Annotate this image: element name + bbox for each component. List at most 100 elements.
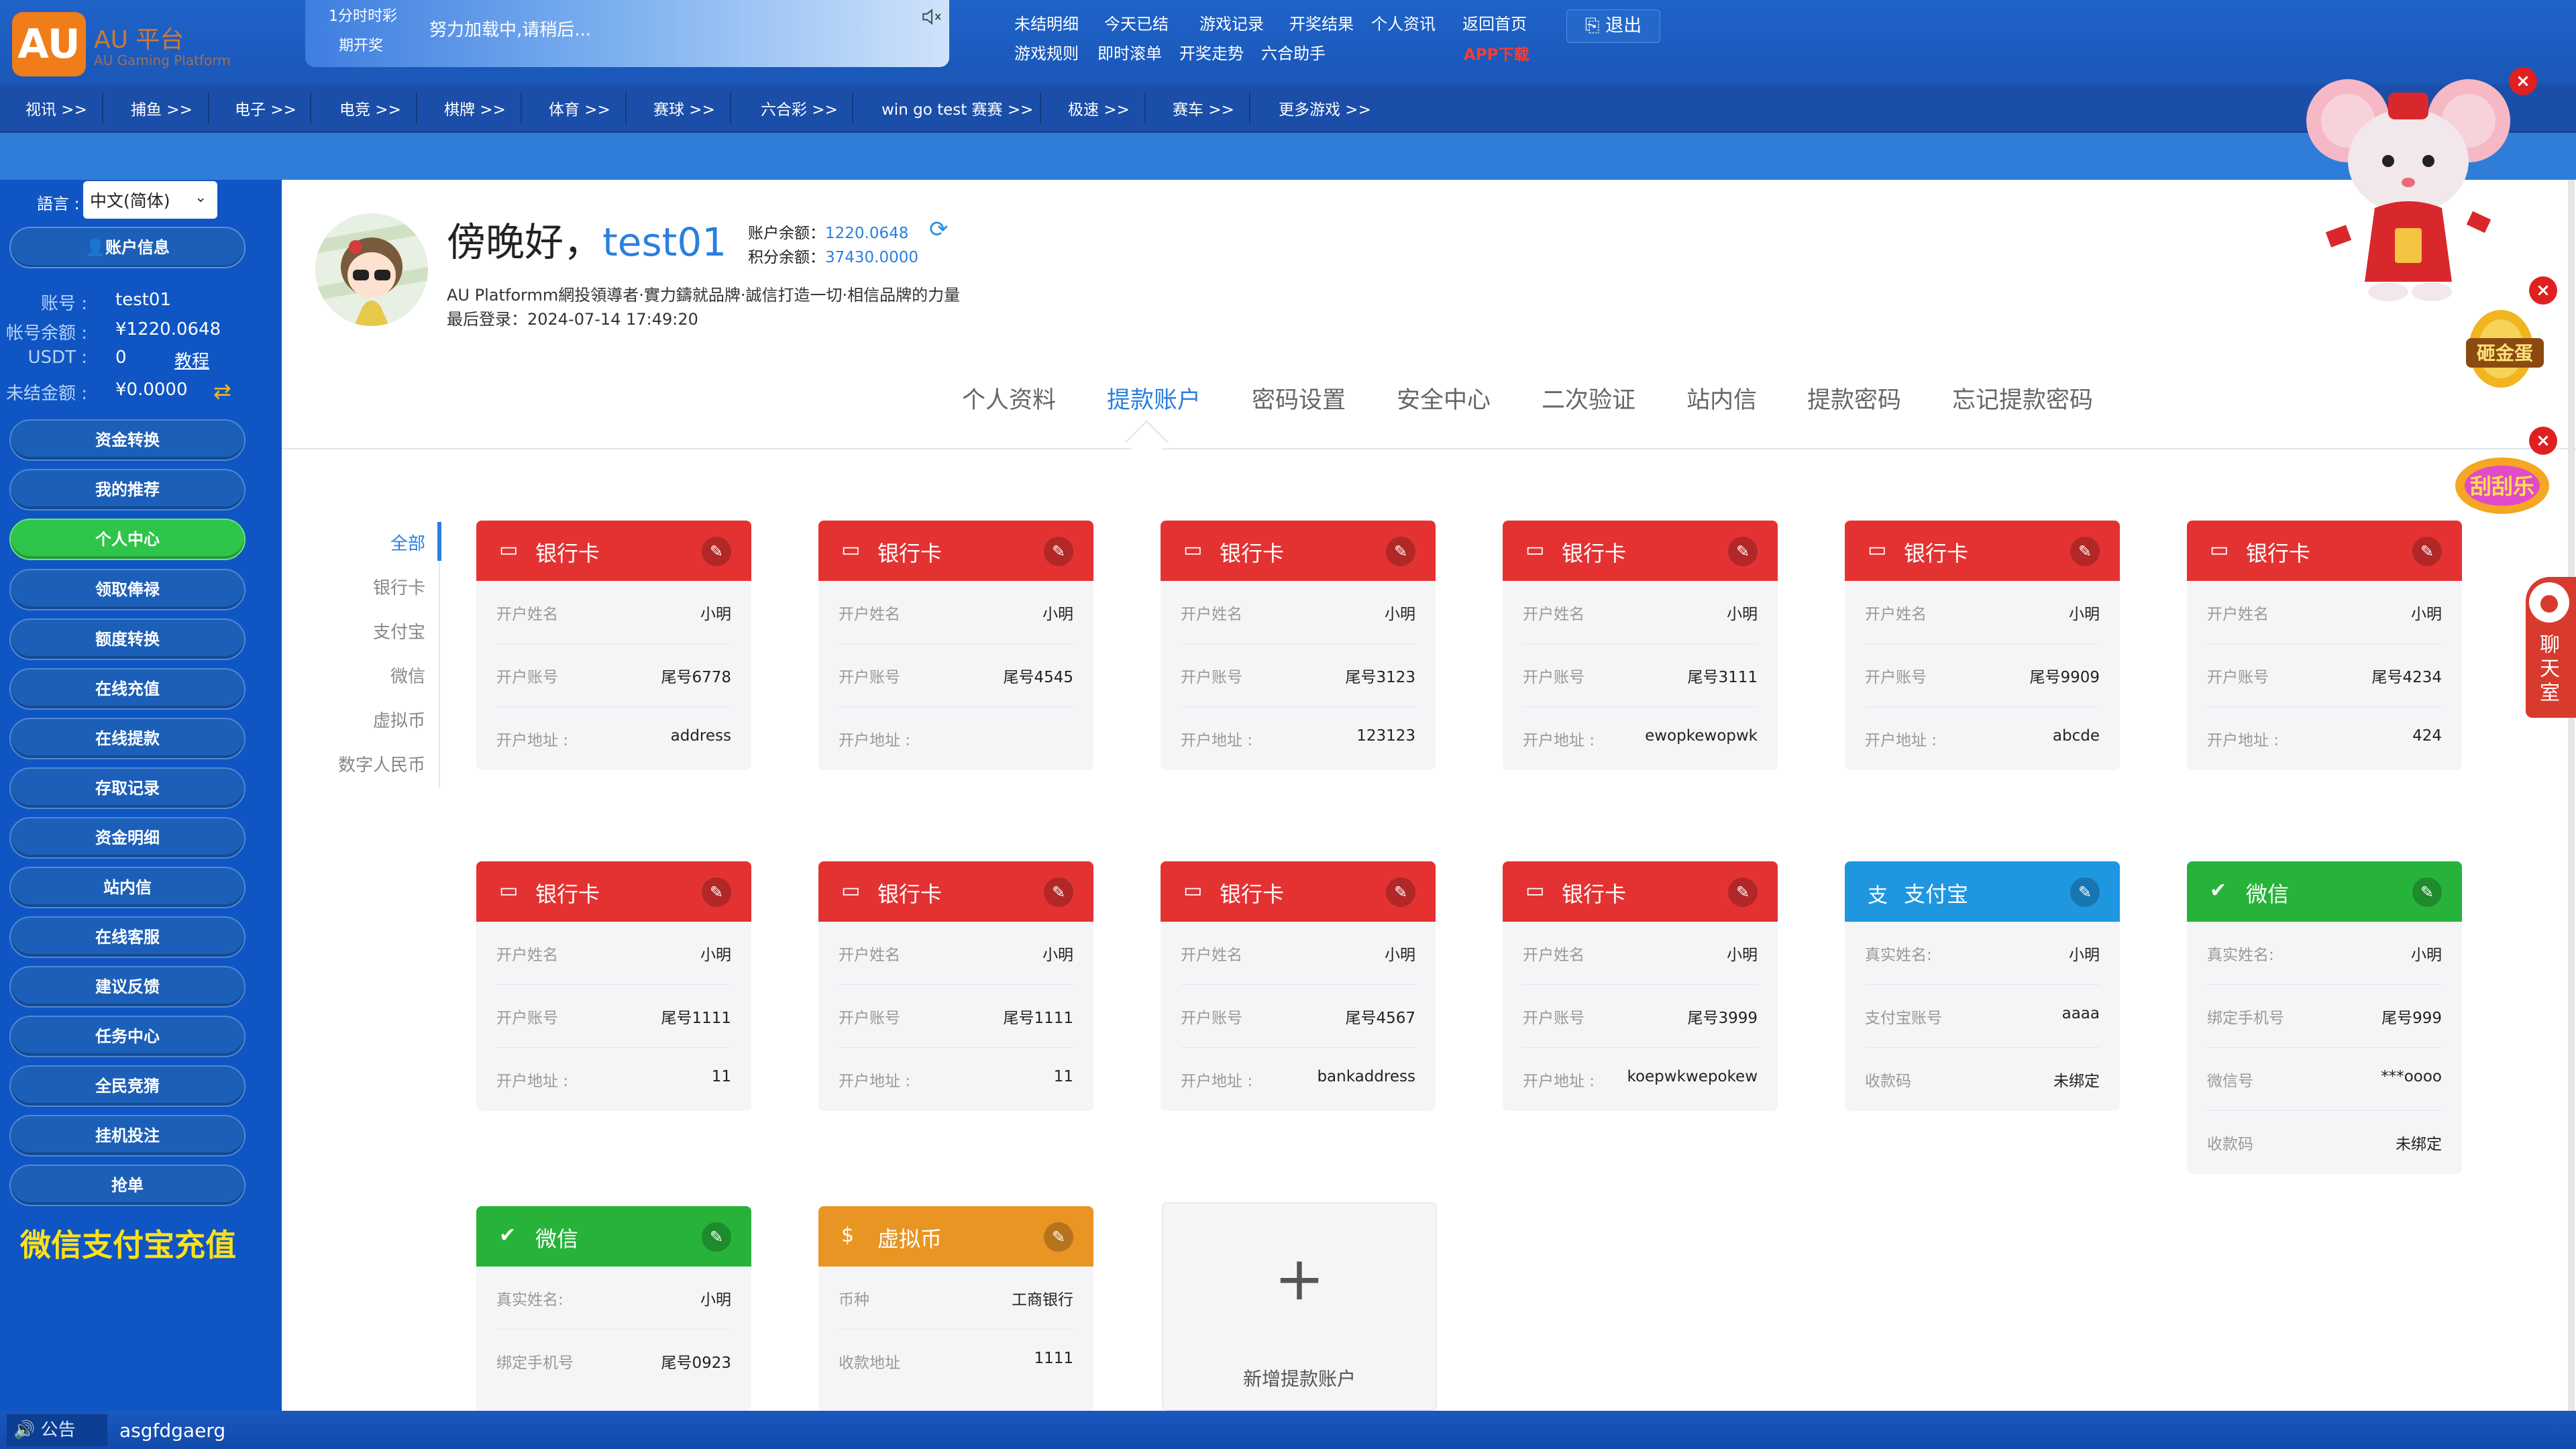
nav-item-win-go[interactable]: win go test 赛赛 >> (881, 97, 1033, 119)
edit-icon[interactable]: ✎ (1728, 537, 1758, 566)
filter-all[interactable]: 全部 (331, 530, 425, 555)
nav-item-slots[interactable]: 电子 >> (235, 97, 297, 119)
header-link-draw-results[interactable]: 开奖结果 (1289, 11, 1354, 34)
tab-withdraw-accounts[interactable]: 提款账户 (1107, 381, 1201, 415)
side-menu-feedback[interactable]: 建议反馈 (9, 966, 246, 1008)
add-withdraw-account-button[interactable]: + 新增提款账户 (1162, 1202, 1437, 1411)
header-link-home[interactable]: 返回首页 (1462, 11, 1527, 34)
avatar[interactable] (315, 213, 428, 326)
nav-item-racing[interactable]: 赛车 >> (1173, 97, 1234, 119)
withdraw-account-card[interactable]: ▭ 银行卡 ✎ 开户姓名 小明 开户账号 尾号3111 开户地址 : ewopkewopw… (1503, 521, 1778, 770)
edit-icon[interactable]: ✎ (702, 877, 731, 907)
side-menu-grab-order[interactable]: 抢单 (9, 1165, 246, 1206)
nav-item-speed[interactable]: 极速 >> (1068, 97, 1130, 119)
nav-item-sports[interactable]: 体育 >> (549, 97, 610, 119)
withdraw-account-card[interactable]: ▭ 银行卡 ✎ 开户姓名 小明 开户账号 尾号9909 开户地址 : abcde (1845, 521, 2120, 770)
withdraw-account-card[interactable]: ▭ 银行卡 ✎ 开户姓名 小明 开户账号 尾号3999 开户地址 : koepwkwepo… (1503, 861, 1778, 1111)
edit-icon[interactable]: ✎ (2070, 537, 2100, 566)
nav-item-ball-games[interactable]: 赛球 >> (653, 97, 715, 119)
withdraw-account-card[interactable]: ▭ 银行卡 ✎ 开户姓名 小明 开户账号 尾号6778 开户地址 : address (476, 521, 751, 770)
side-menu-task-center[interactable]: 任务中心 (9, 1016, 246, 1057)
withdraw-account-card[interactable]: $ 虚拟币 ✎ 币种 工商银行 收款地址 1111 (818, 1206, 1093, 1411)
usdt-tutorial-link[interactable]: 教程 (174, 347, 209, 372)
edit-icon[interactable]: ✎ (702, 537, 731, 566)
header-link-today-settled[interactable]: 今天已结 (1104, 11, 1169, 34)
withdraw-account-card[interactable]: ▭ 银行卡 ✎ 开户姓名 小明 开户账号 尾号4234 开户地址 : 424 (2187, 521, 2462, 770)
withdraw-account-card[interactable]: ▭ 银行卡 ✎ 开户姓名 小明 开户账号 尾号1111 开户地址 : 11 (818, 861, 1093, 1111)
scratch-card-promo[interactable]: 刮刮乐 (2449, 443, 2555, 523)
withdraw-account-card[interactable]: ✔ 微信 ✎ 真实姓名: 小明 绑定手机号 尾号999 微信号 ***oooo 收款码 未绑… (2187, 861, 2462, 1174)
side-menu-my-referrals[interactable]: 我的推荐 (9, 469, 246, 511)
filter-alipay[interactable]: 支付宝 (331, 619, 425, 643)
edit-icon[interactable]: ✎ (702, 1222, 731, 1252)
logo[interactable]: AU (12, 12, 86, 76)
header-link-game-rules[interactable]: 游戏规则 (1014, 40, 1079, 64)
side-menu-customer-service[interactable]: 在线客服 (9, 916, 246, 958)
side-menu-fund-details[interactable]: 资金明细 (9, 817, 246, 859)
edit-icon[interactable]: ✎ (2070, 877, 2100, 907)
withdraw-account-card[interactable]: ✔ 微信 ✎ 真实姓名: 小明 绑定手机号 尾号0923 (476, 1206, 751, 1411)
app-download-link[interactable]: APP下载 (1464, 42, 1529, 64)
header-link-game-records[interactable]: 游戏记录 (1199, 11, 1264, 34)
header-link-marksix-helper[interactable]: 六合助手 (1261, 40, 1326, 64)
tab-inbox[interactable]: 站内信 (1686, 381, 1757, 415)
logout-button[interactable]: ⎘ 退出 (1566, 9, 1660, 43)
tab-security-center[interactable]: 安全中心 (1397, 381, 1491, 415)
lottery-name[interactable]: 1分时时彩 (329, 4, 397, 25)
nav-item-fishing[interactable]: 捕鱼 >> (131, 97, 193, 119)
side-menu-online-deposit[interactable]: 在线充值 (9, 668, 246, 710)
account-info-button[interactable]: 👤账户信息 (9, 227, 246, 268)
nav-item-more-games[interactable]: 更多游戏 >> (1279, 97, 1371, 119)
header-link-unsettled[interactable]: 未结明细 (1014, 11, 1079, 34)
nav-item-mark-six[interactable]: 六合彩 >> (761, 97, 838, 119)
withdraw-account-card[interactable]: ▭ 银行卡 ✎ 开户姓名 小明 开户账号 尾号1111 开户地址 : 11 (476, 861, 751, 1111)
close-promo-icon[interactable]: × (2529, 427, 2557, 455)
side-menu-fund-transfer[interactable]: 资金转换 (9, 419, 246, 461)
filter-crypto[interactable]: 虚拟币 (331, 707, 425, 732)
scrollbar[interactable] (2568, 180, 2575, 1411)
side-menu-quota-conversion[interactable]: 额度转换 (9, 619, 246, 660)
zodiac-mouse-mascot[interactable] (2301, 60, 2522, 315)
tab-password-settings[interactable]: 密码设置 (1252, 381, 1346, 415)
close-mascot-icon[interactable]: × (2509, 67, 2537, 95)
edit-icon[interactable]: ✎ (2412, 877, 2442, 907)
tab-two-factor[interactable]: 二次验证 (1542, 381, 1635, 415)
edit-icon[interactable]: ✎ (1728, 877, 1758, 907)
nav-item-cards[interactable]: 棋牌 >> (444, 97, 506, 119)
edit-icon[interactable]: ✎ (2412, 537, 2442, 566)
nav-item-live-video[interactable]: 视讯 >> (25, 97, 87, 119)
side-menu-deposit-records[interactable]: 存取记录 (9, 767, 246, 809)
filter-digital-rmb[interactable]: 数字人民币 (331, 751, 425, 776)
edit-icon[interactable]: ✎ (1386, 537, 1415, 566)
withdraw-account-card[interactable]: ▭ 银行卡 ✎ 开户姓名 小明 开户账号 尾号3123 开户地址 : 123123 (1161, 521, 1436, 770)
header-link-live-rolling[interactable]: 即时滚单 (1097, 40, 1162, 64)
smash-egg-promo[interactable]: 砸金蛋 (2454, 295, 2555, 396)
side-menu-personal-center[interactable]: 个人中心 (9, 519, 246, 560)
tab-profile[interactable]: 个人资料 (962, 381, 1056, 415)
header-link-draw-trend[interactable]: 开奖走势 (1179, 40, 1244, 64)
side-menu-online-withdraw[interactable]: 在线提款 (9, 718, 246, 759)
filter-bank-card[interactable]: 银行卡 (331, 574, 425, 599)
edit-icon[interactable]: ✎ (1044, 1222, 1073, 1252)
notice-text[interactable]: asgfdgaerg (119, 1419, 225, 1442)
sync-icon[interactable]: ⟳ (929, 216, 949, 243)
edit-icon[interactable]: ✎ (1386, 877, 1415, 907)
side-menu-quiz[interactable]: 全民竞猜 (9, 1065, 246, 1107)
side-menu-messages[interactable]: 站内信 (9, 867, 246, 908)
header-link-personal-info[interactable]: 个人资讯 (1371, 11, 1436, 34)
refresh-icon[interactable]: ⇄ (213, 378, 231, 404)
withdraw-account-card[interactable]: ▭ 银行卡 ✎ 开户姓名 小明 开户账号 尾号4567 开户地址 : bankaddres… (1161, 861, 1436, 1111)
edit-icon[interactable]: ✎ (1044, 877, 1073, 907)
side-menu-claim-salary[interactable]: 领取俸禄 (9, 569, 246, 610)
recharge-promo-banner[interactable]: 微信支付宝充值 (20, 1221, 236, 1265)
tab-withdraw-password[interactable]: 提款密码 (1807, 381, 1901, 415)
tab-forgot-withdraw-password[interactable]: 忘记提款密码 (1952, 381, 2093, 415)
withdraw-account-card[interactable]: 支支付宝 ✎ 真实姓名: 小明 支付宝账号 aaaa 收款码 未绑定 (1845, 861, 2120, 1111)
speaker-mute-icon[interactable] (920, 5, 947, 32)
filter-wechat[interactable]: 微信 (331, 663, 425, 688)
nav-item-esports[interactable]: 电竞 >> (339, 97, 401, 119)
withdraw-account-card[interactable]: ▭ 银行卡 ✎ 开户姓名 小明 开户账号 尾号4545 开户地址 : (818, 521, 1093, 770)
side-menu-auto-bet[interactable]: 挂机投注 (9, 1115, 246, 1157)
edit-icon[interactable]: ✎ (1044, 537, 1073, 566)
close-promo-icon[interactable]: × (2529, 276, 2557, 305)
